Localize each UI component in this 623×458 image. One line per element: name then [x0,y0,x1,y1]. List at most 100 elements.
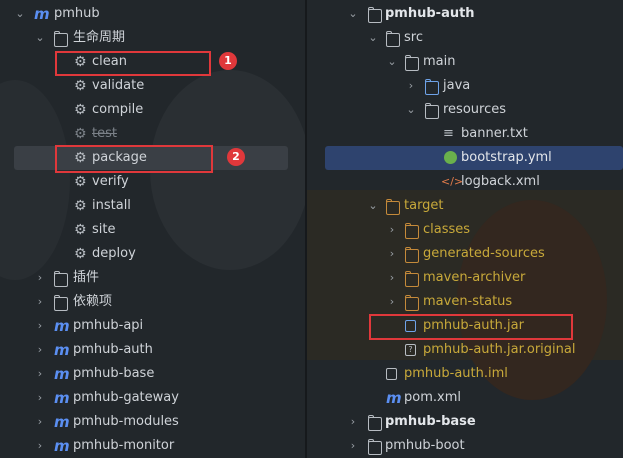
tree-item-label: 生命周期 [73,30,126,45]
tree-item-label: java [443,78,471,93]
tree-item-src[interactable]: ⌄ src [307,26,623,50]
tree-item-main[interactable]: ⌄ main [307,50,623,74]
lifecycle-item-compile[interactable]: ⚙ compile [0,98,305,122]
maven-module-icon: m [54,317,70,335]
tree-item-label: pmhub-api [73,318,144,333]
lifecycle-item-deploy[interactable]: ⚙ deploy [0,242,305,266]
maven-file-icon: m [386,389,402,407]
highlight-box-package [55,145,213,173]
tree-item-pmhub-auth[interactable]: ⌄ pmhub-auth [307,2,623,26]
chevron-right-icon[interactable]: › [386,218,398,242]
folder-icon [405,273,419,287]
file-bootstrap-yml[interactable]: bootstrap.yml [325,146,623,170]
tree-item-label: banner.txt [461,126,528,141]
gear-icon: ⚙ [74,174,87,190]
tree-item-module[interactable]: › m pmhub-modules [0,410,305,434]
lifecycle-item-validate[interactable]: ⚙ validate [0,74,305,98]
maven-module-icon: m [54,389,70,407]
chevron-right-icon[interactable]: › [347,434,359,458]
chevron-down-icon[interactable]: ⌄ [347,2,359,26]
tree-item-label: main [423,54,456,69]
file-pom-xml[interactable]: m pom.xml [307,386,623,410]
maven-tool-window: ⌄ m pmhub ⌄ 生命周期 ⚙ clean ⚙ validate ⚙ co… [0,0,305,458]
chevron-right-icon[interactable]: › [347,410,359,434]
tree-item-pmhub-boot[interactable]: › pmhub-boot [307,434,623,458]
file-pmhub-auth-iml[interactable]: pmhub-auth.iml [307,362,623,386]
tree-item-module[interactable]: › m pmhub-monitor [0,434,305,458]
highlight-box-jar [369,314,573,340]
folder-icon [405,249,419,263]
tree-item-generated-sources[interactable]: › generated-sources [307,242,623,266]
highlight-box-clean [55,51,211,76]
chevron-down-icon[interactable]: ⌄ [386,50,398,74]
tree-item-label: pmhub-base [385,414,476,429]
chevron-down-icon[interactable]: ⌄ [405,98,417,122]
gear-icon: ⚙ [74,102,87,118]
lifecycle-label: validate [92,78,145,93]
lifecycle-item-site[interactable]: ⚙ site [0,218,305,242]
chevron-right-icon[interactable]: › [34,314,46,338]
tree-item-label: pmhub-gateway [73,390,179,405]
tree-item-label: maven-archiver [423,270,526,285]
tree-item-module[interactable]: › m pmhub-api [0,314,305,338]
source-folder-icon [425,81,439,95]
lifecycle-label: verify [92,174,129,189]
chevron-right-icon[interactable]: › [34,410,46,434]
tree-item-label: pmhub [54,6,100,21]
chevron-right-icon[interactable]: › [386,290,398,314]
lifecycle-item-install[interactable]: ⚙ install [0,194,305,218]
folder-icon [54,297,68,311]
project-tool-window: ⌄ pmhub-auth ⌄ src ⌄ main › java ⌄ resou… [307,0,623,458]
tree-item-label: src [404,30,423,45]
file-logback-xml[interactable]: </> logback.xml [307,170,623,194]
gear-icon: ⚙ [74,246,87,262]
chevron-right-icon[interactable]: › [34,338,46,362]
chevron-down-icon[interactable]: ⌄ [34,26,46,50]
tree-item-plugins[interactable]: › 插件 [0,266,305,290]
tree-item-java[interactable]: › java [307,74,623,98]
lifecycle-item-verify[interactable]: ⚙ verify [0,170,305,194]
tree-item-target[interactable]: ⌄ target [307,194,623,218]
tree-item-lifecycle[interactable]: ⌄ 生命周期 [0,26,305,50]
tree-item-maven-archiver[interactable]: › maven-archiver [307,266,623,290]
chevron-right-icon[interactable]: › [34,434,46,458]
maven-module-icon: m [54,437,70,455]
resources-folder-icon [425,105,439,119]
lifecycle-item-test[interactable]: ⚙ test [0,122,305,146]
tree-item-classes[interactable]: › classes [307,218,623,242]
tree-item-label: pom.xml [404,390,461,405]
tree-item-module[interactable]: › m pmhub-gateway [0,386,305,410]
folder-icon [405,297,419,311]
chevron-right-icon[interactable]: › [34,362,46,386]
tree-item-pmhub-base[interactable]: › pmhub-base [307,410,623,434]
tree-item-resources[interactable]: ⌄ resources [307,98,623,122]
chevron-down-icon[interactable]: ⌄ [367,26,379,50]
chevron-right-icon[interactable]: › [34,290,46,314]
tree-item-label: 依赖项 [73,294,113,309]
tree-item-module[interactable]: › m pmhub-base [0,362,305,386]
gear-icon: ⚙ [74,222,87,238]
file-pmhub-auth-jar-original[interactable]: ? pmhub-auth.jar.original [307,338,623,362]
tree-item-dependencies[interactable]: › 依赖项 [0,290,305,314]
tree-item-pmhub[interactable]: ⌄ m pmhub [0,2,305,26]
chevron-right-icon[interactable]: › [34,386,46,410]
tree-item-maven-status[interactable]: › maven-status [307,290,623,314]
chevron-down-icon[interactable]: ⌄ [367,194,379,218]
chevron-right-icon[interactable]: › [386,242,398,266]
module-folder-icon [368,417,382,431]
chevron-right-icon[interactable]: › [34,266,46,290]
spring-config-icon [444,151,457,164]
chevron-down-icon[interactable]: ⌄ [14,2,26,26]
tree-item-module[interactable]: › m pmhub-auth [0,338,305,362]
lifecycle-label: test [92,126,117,141]
maven-module-icon: m [54,341,70,359]
tree-item-label: pmhub-auth.jar.original [423,342,576,357]
chevron-right-icon[interactable]: › [405,74,417,98]
step-badge-1: 1 [219,52,237,70]
gear-icon: ⚙ [74,198,87,214]
chevron-right-icon[interactable]: › [386,266,398,290]
lifecycle-label: compile [92,102,144,117]
file-banner-txt[interactable]: ≡ banner.txt [307,122,623,146]
folder-icon [386,33,400,47]
maven-module-icon: m [54,413,70,431]
